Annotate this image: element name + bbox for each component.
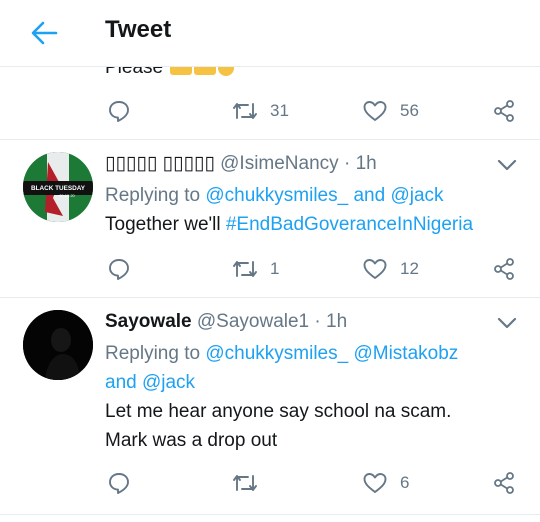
like-button[interactable]: 12 <box>362 256 419 282</box>
reply-button[interactable] <box>107 256 131 282</box>
reply-button[interactable] <box>107 98 131 124</box>
replying-to: Replying to @chukkysmiles_ @Mistakobz an… <box>105 339 525 397</box>
display-name[interactable]: ▯▯▯▯▯ ▯▯▯▯▯ <box>105 153 215 174</box>
retweet-count: 1 <box>270 259 280 278</box>
back-button[interactable] <box>28 18 60 48</box>
retweet-icon <box>233 261 257 277</box>
tweet-text: Let me hear anyone say school na scam. M… <box>105 397 525 455</box>
top-bar: Tweet <box>0 0 540 67</box>
like-button[interactable]: 6 <box>362 470 409 496</box>
retweet-count: 31 <box>270 101 289 120</box>
mention-and: and <box>105 372 137 393</box>
retweet-button[interactable]: 1 <box>232 256 279 282</box>
separator: · <box>343 153 351 174</box>
divider <box>0 514 540 515</box>
tweet-actions: 1 12 <box>0 256 540 282</box>
share-button[interactable] <box>492 98 516 124</box>
replying-to: Replying to @chukkysmiles_ and @jack <box>105 181 525 210</box>
chevron-down-icon[interactable] <box>496 316 518 330</box>
tweet-text-line: Let me hear anyone say school na scam. <box>105 401 452 422</box>
avatar-image <box>23 310 93 380</box>
tweet-body: Sayowale @Sayowale1 · 1h Replying to @ch… <box>105 309 525 455</box>
timestamp[interactable]: 1h <box>356 153 377 174</box>
mention-link[interactable]: @chukkysmiles_ <box>205 343 348 364</box>
chevron-down-icon[interactable] <box>496 158 518 172</box>
share-icon <box>494 100 514 122</box>
replying-prefix: Replying to <box>105 343 201 364</box>
replying-prefix: Replying to <box>105 185 201 206</box>
retweet-button[interactable] <box>232 470 258 496</box>
share-button[interactable] <box>492 256 516 282</box>
divider <box>0 297 540 298</box>
mention-link[interactable]: @Mistakobz <box>353 343 458 364</box>
heart-icon <box>363 473 387 493</box>
retweet-icon <box>233 103 257 119</box>
mention-link[interactable]: @jack <box>142 372 195 393</box>
share-icon <box>494 472 514 494</box>
like-count: 6 <box>400 473 410 492</box>
reply-icon <box>109 259 129 280</box>
tweet-header: ▯▯▯▯▯ ▯▯▯▯▯ @IsimeNancy · 1h <box>105 151 525 177</box>
like-button[interactable]: 56 <box>362 98 419 124</box>
tweet-actions: 6 <box>0 470 540 496</box>
tweet-text-plain: Together we'll <box>105 214 221 235</box>
mention-and: and <box>353 185 386 206</box>
mention-link[interactable]: @jack <box>390 185 443 206</box>
avatar-image: BLACK TUESDAY 20.10.20 <box>23 152 93 222</box>
tweet-header: Sayowale @Sayowale1 · 1h <box>105 309 525 335</box>
reply-icon <box>109 101 129 122</box>
page-title: Tweet <box>105 16 172 43</box>
avatar[interactable]: BLACK TUESDAY 20.10.20 <box>23 152 93 222</box>
separator: · <box>314 311 321 332</box>
avatar[interactable] <box>23 310 93 380</box>
avatar-caption: BLACK TUESDAY <box>31 185 86 192</box>
share-icon <box>494 258 514 280</box>
previous-tweet-actions: 31 56 <box>0 98 540 124</box>
heart-icon <box>363 259 387 279</box>
handle[interactable]: @IsimeNancy <box>220 153 339 174</box>
retweet-icon <box>233 475 257 491</box>
handle[interactable]: @Sayowale1 <box>197 311 309 332</box>
avatar-date: 20.10.20 <box>59 193 75 198</box>
reply-icon <box>109 473 129 494</box>
tweet-text: Together we'll #EndBadGoveranceInNigeria <box>105 210 525 239</box>
retweet-button[interactable]: 31 <box>232 98 289 124</box>
tweet-body: ▯▯▯▯▯ ▯▯▯▯▯ @IsimeNancy · 1h Replying to… <box>105 151 525 239</box>
like-count: 56 <box>400 101 419 120</box>
mention-link[interactable]: @chukkysmiles_ <box>205 185 348 206</box>
share-button[interactable] <box>492 470 516 496</box>
divider <box>0 139 540 140</box>
heart-icon <box>363 101 387 121</box>
arrow-left-icon <box>31 21 58 45</box>
reply-button[interactable] <box>107 470 131 496</box>
hashtag-link[interactable]: #EndBadGoveranceInNigeria <box>226 214 473 235</box>
display-name[interactable]: Sayowale <box>105 311 192 332</box>
like-count: 12 <box>400 259 419 278</box>
tweet-text-line: Mark was a drop out <box>105 430 278 451</box>
timestamp[interactable]: 1h <box>326 311 347 332</box>
